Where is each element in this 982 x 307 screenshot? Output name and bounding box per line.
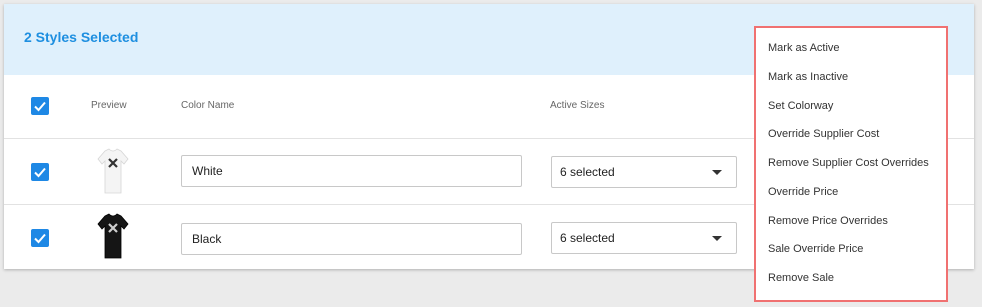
check-icon [34, 101, 46, 112]
color-name-input[interactable]: White [181, 155, 522, 187]
column-header-active-sizes: Active Sizes [550, 100, 605, 111]
column-header-color-name: Color Name [181, 100, 235, 111]
dropdown-caret-icon [712, 170, 722, 175]
row-checkbox[interactable] [31, 163, 49, 181]
row-checkbox[interactable] [31, 229, 49, 247]
column-header-preview: Preview [91, 100, 127, 111]
check-icon [34, 233, 46, 244]
menu-item-sale-override-price[interactable]: Sale Override Price [768, 243, 863, 255]
active-sizes-value: 6 selected [560, 231, 615, 245]
menu-item-remove-supplier-cost-overrides[interactable]: Remove Supplier Cost Overrides [768, 157, 929, 169]
menu-item-mark-inactive[interactable]: Mark as Inactive [768, 71, 848, 83]
menu-item-override-price[interactable]: Override Price [768, 186, 838, 198]
menu-item-remove-price-overrides[interactable]: Remove Price Overrides [768, 215, 888, 227]
tshirt-preview-black [97, 213, 129, 259]
active-sizes-select[interactable]: 6 selected [551, 156, 737, 188]
bulk-actions-menu: Mark as Active Mark as Inactive Set Colo… [754, 26, 948, 302]
menu-item-override-supplier-cost[interactable]: Override Supplier Cost [768, 128, 879, 140]
tshirt-preview-white [97, 148, 129, 194]
select-all-checkbox[interactable] [31, 97, 49, 115]
menu-item-remove-sale[interactable]: Remove Sale [768, 272, 834, 284]
active-sizes-select[interactable]: 6 selected [551, 222, 737, 254]
check-icon [34, 167, 46, 178]
active-sizes-value: 6 selected [560, 165, 615, 179]
selection-count-title: 2 Styles Selected [24, 29, 139, 45]
color-name-input[interactable]: Black [181, 223, 522, 255]
dropdown-caret-icon [712, 236, 722, 241]
menu-item-set-colorway[interactable]: Set Colorway [768, 100, 833, 112]
menu-item-mark-active[interactable]: Mark as Active [768, 42, 840, 54]
